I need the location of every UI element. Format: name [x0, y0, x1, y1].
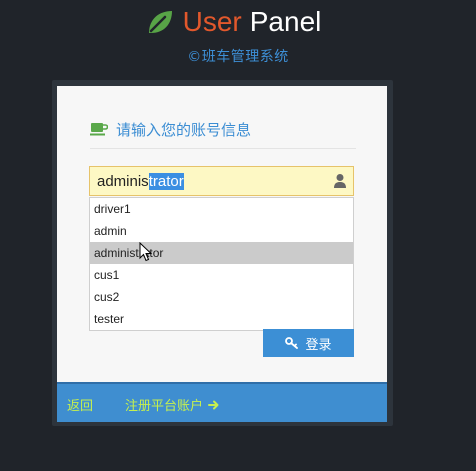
login-button[interactable]: 登录: [263, 329, 354, 357]
register-link-label: 注册平台账户: [125, 399, 204, 414]
leaf-icon: [148, 11, 172, 33]
arrow-right-icon: [208, 400, 219, 409]
username-typed-text: adminis: [97, 173, 149, 190]
autocomplete-option[interactable]: cus2: [90, 286, 353, 308]
brand-word-panel: Panel: [249, 6, 322, 37]
coffee-cup-icon: [90, 123, 108, 136]
username-autocomplete-selection: trator: [148, 173, 184, 190]
username-autocomplete-dropdown: driver1 admin administrator cus1 cus2 te…: [89, 197, 354, 331]
autocomplete-option-highlighted[interactable]: administrator: [90, 242, 353, 264]
autocomplete-option[interactable]: driver1: [90, 198, 353, 220]
register-link[interactable]: 注册平台账户: [125, 395, 220, 414]
brand-word-user: User: [182, 6, 242, 37]
brand-header: User Panel: [0, 4, 476, 40]
title-divider: [90, 148, 356, 149]
autocomplete-option[interactable]: cus1: [90, 264, 353, 286]
autocomplete-option[interactable]: tester: [90, 308, 353, 330]
username-value[interactable]: administrator: [97, 173, 184, 191]
login-button-label: 登录: [305, 337, 332, 353]
page-subtitle: ©班车管理系统: [187, 49, 289, 65]
mouse-pointer-icon: [139, 242, 153, 262]
card-footer: 返回 注册平台账户: [57, 382, 387, 422]
form-title: 请输入您的账号信息: [90, 118, 251, 140]
username-input[interactable]: administrator: [89, 166, 354, 196]
user-icon: [334, 174, 346, 188]
form-title-text: 请输入您的账号信息: [116, 120, 252, 139]
autocomplete-option[interactable]: admin: [90, 220, 353, 242]
key-icon: [285, 337, 299, 349]
back-link[interactable]: 返回: [67, 395, 93, 414]
